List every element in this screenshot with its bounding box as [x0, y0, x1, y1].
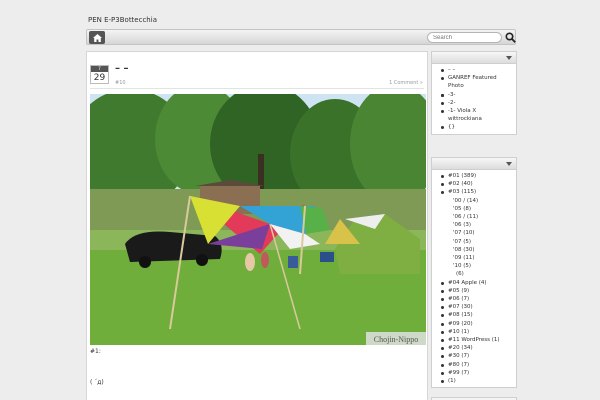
category-item[interactable]: '07 (10)	[440, 229, 516, 237]
category-item[interactable]: '05 (8)	[440, 205, 516, 213]
recent-post-item[interactable]: -1- Viola X wittrockiana	[440, 107, 508, 123]
divider	[90, 88, 424, 89]
recent-posts-widget: – – GANREF Featured Photo -3- -2- -1- Viola …	[431, 51, 517, 135]
post-caption: #1:	[90, 348, 101, 355]
recent-post-item[interactable]: -2-	[440, 99, 516, 107]
recent-posts-list: – – GANREF Featured Photo -3- -2- -1- Viola …	[432, 64, 516, 134]
collapse-arrow-icon[interactable]	[506, 162, 512, 166]
category-item[interactable]: '00 / (14)	[440, 197, 516, 205]
post-tag-link[interactable]: #10	[115, 80, 126, 86]
category-item[interactable]: #20 (34)	[440, 344, 516, 352]
category-item[interactable]: #03 (115)	[440, 188, 516, 196]
comments-link[interactable]: 1 Comment »	[389, 80, 423, 86]
navbar	[86, 29, 516, 45]
post-text: ( ´д)	[90, 379, 104, 386]
category-item[interactable]: (6)	[440, 270, 516, 278]
camping-photo: Chojin-Nippo	[90, 94, 426, 345]
home-icon	[92, 33, 102, 42]
category-item[interactable]: #09 (20)	[440, 320, 516, 328]
recent-post-item[interactable]: – –	[440, 66, 516, 74]
category-item[interactable]: (1)	[440, 377, 516, 385]
collapse-arrow-icon[interactable]	[506, 56, 512, 60]
date-badge: 7 29	[90, 65, 109, 84]
category-item[interactable]: '08 (30)	[440, 246, 516, 254]
category-item[interactable]: #07 (30)	[440, 303, 516, 311]
post-content: 7 29 – – #10 1 Comment » Chojin-Nippo #1…	[86, 51, 428, 400]
photo-watermark: Chojin-Nippo	[374, 335, 418, 344]
category-item[interactable]: #06 (7)	[440, 295, 516, 303]
post-title[interactable]: – –	[115, 63, 128, 74]
home-button[interactable]	[89, 31, 105, 44]
search-input[interactable]	[427, 32, 502, 43]
search-icon[interactable]	[505, 32, 516, 43]
widget-header[interactable]	[432, 52, 516, 64]
widget-header[interactable]	[432, 158, 516, 170]
category-item[interactable]: '09 (11)	[440, 254, 516, 262]
post-photo[interactable]: Chojin-Nippo	[90, 94, 426, 345]
date-day: 29	[93, 73, 106, 83]
recent-post-item[interactable]: -3-	[440, 91, 516, 99]
category-item[interactable]: #30 (7)	[440, 352, 516, 360]
category-item[interactable]: '10 (5)	[440, 262, 516, 270]
category-item[interactable]: #11 WordPress (1)	[440, 336, 516, 344]
category-item[interactable]: #08 (15)	[440, 311, 516, 319]
categories-widget: #01 (389) #02 (40) #03 (115) '00 / (14) '05 …	[431, 157, 517, 389]
category-item[interactable]: #02 (40)	[440, 180, 516, 188]
category-item[interactable]: '06 / (11)	[440, 213, 516, 221]
category-item[interactable]: #99 (7)	[440, 369, 516, 377]
recent-post-item[interactable]: GANREF Featured Photo	[440, 74, 508, 90]
site-title[interactable]: PEN E-P3Bottecchia	[88, 16, 157, 24]
category-item[interactable]: #80 (7)	[440, 361, 516, 369]
category-item[interactable]: #05 (9)	[440, 287, 516, 295]
category-item[interactable]: #10 (1)	[440, 328, 516, 336]
category-item[interactable]: '06 (3)	[440, 221, 516, 229]
category-item[interactable]: #01 (389)	[440, 172, 516, 180]
categories-list: #01 (389) #02 (40) #03 (115) '00 / (14) '05 …	[432, 170, 516, 387]
recent-post-item[interactable]: {}	[440, 123, 516, 131]
category-item[interactable]: '07 (5)	[440, 238, 516, 246]
category-item[interactable]: #04 Apple (4)	[440, 279, 516, 287]
